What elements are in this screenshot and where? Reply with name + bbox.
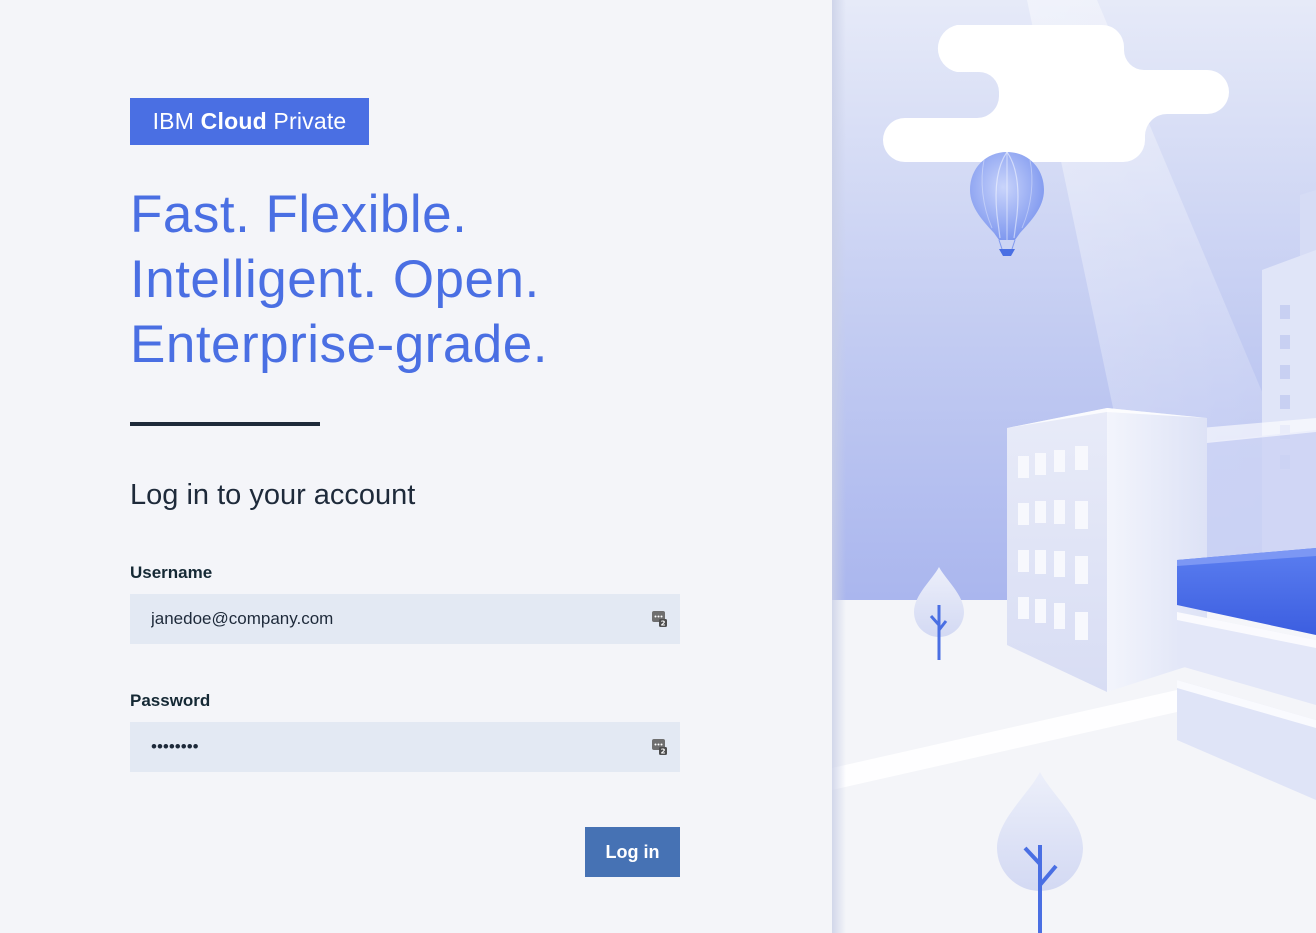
svg-text:2: 2 bbox=[661, 748, 666, 756]
password-label: Password bbox=[130, 691, 211, 710]
city-balloon-illustration bbox=[832, 0, 1316, 933]
username-label: Username bbox=[130, 563, 213, 582]
password-field-wrapper: 2 bbox=[130, 722, 680, 772]
login-button[interactable]: Log in bbox=[585, 827, 680, 877]
headline-line-3: Enterprise-grade. bbox=[130, 315, 548, 374]
brand-prefix: IBM bbox=[152, 108, 195, 134]
username-field-wrapper: 2 bbox=[130, 594, 680, 644]
password-input[interactable] bbox=[130, 722, 680, 772]
svg-text:2: 2 bbox=[661, 620, 666, 628]
headline-line-2: Intelligent. Open. bbox=[130, 250, 540, 309]
brand-suffix: Private bbox=[273, 108, 347, 134]
headline: Fast. Flexible. Intelligent. Open. Enter… bbox=[130, 182, 548, 377]
headline-line-1: Fast. Flexible. bbox=[130, 185, 468, 244]
password-manager-icon[interactable]: 2 bbox=[651, 610, 668, 627]
brand-logo: IBM Cloud Private bbox=[130, 98, 369, 145]
login-page: IBM Cloud Private Fast. Flexible. Intell… bbox=[0, 0, 1316, 933]
username-input[interactable] bbox=[130, 594, 680, 644]
login-title: Log in to your account bbox=[130, 479, 416, 511]
password-manager-icon[interactable]: 2 bbox=[651, 738, 668, 755]
headline-divider bbox=[130, 422, 320, 426]
login-panel: IBM Cloud Private Fast. Flexible. Intell… bbox=[0, 0, 832, 933]
brand-bold: Cloud bbox=[200, 108, 267, 134]
